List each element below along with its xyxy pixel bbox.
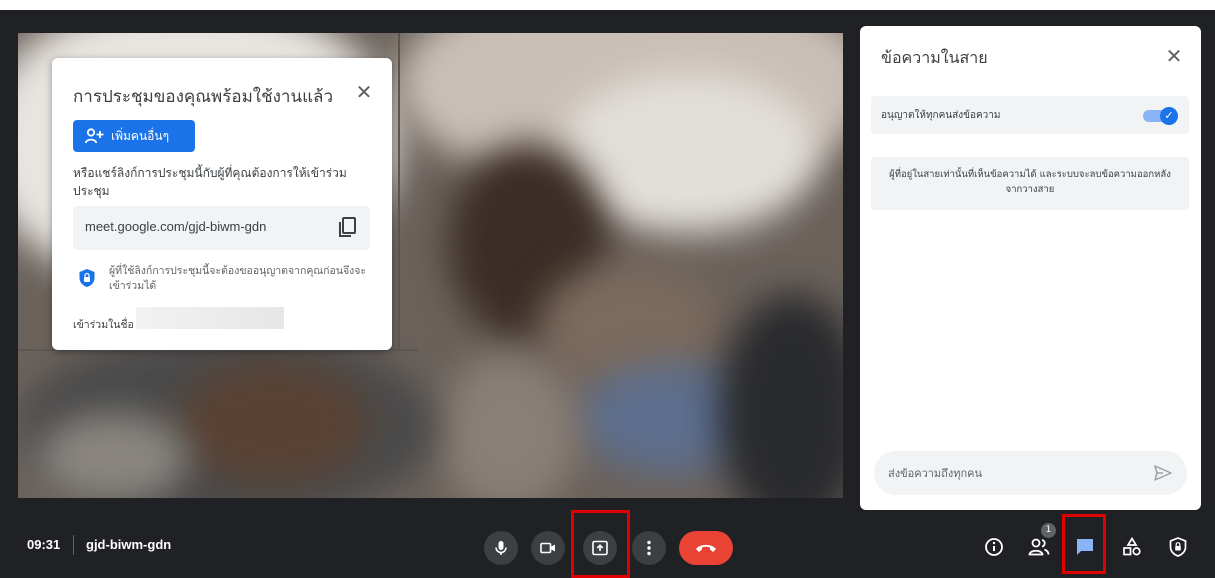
people-count-badge: 1 bbox=[1041, 523, 1056, 538]
mic-icon bbox=[495, 541, 507, 555]
close-icon[interactable]: ✕ bbox=[352, 80, 376, 104]
chat-panel: ข้อความในสาย ✕ อนุญาตให้ทุกคนส่งข้อความ … bbox=[860, 26, 1201, 510]
top-strip bbox=[0, 0, 1215, 10]
host-controls-button[interactable] bbox=[1164, 533, 1192, 561]
shield-icon bbox=[79, 269, 95, 287]
security-note-text: ผู้ที่ใช้ลิงก์การประชุมนี้จะต้องขออนุญาต… bbox=[109, 265, 367, 292]
end-call-button[interactable] bbox=[679, 531, 733, 565]
copy-icon[interactable] bbox=[336, 215, 360, 239]
chat-input-container bbox=[874, 451, 1187, 495]
meeting-details-button[interactable] bbox=[980, 533, 1008, 561]
chat-notice: ผู้ที่อยู่ในสายเท่านั้นที่เห็นข้อความได้… bbox=[871, 157, 1189, 210]
share-instructions: หรือแชร์ลิงก์การประชุมนี้กับผู้ที่คุณต้อ… bbox=[73, 166, 347, 198]
people-icon bbox=[1028, 538, 1050, 556]
allow-messages-row: อนุญาตให้ทุกคนส่งข้อความ ✓ bbox=[871, 96, 1189, 134]
joined-as-label: เข้าร่วมในชื่อ bbox=[73, 319, 134, 331]
chat-panel-title: ข้อความในสาย bbox=[881, 48, 988, 67]
meeting-code: gjd-biwm-gdn bbox=[86, 537, 172, 552]
info-icon bbox=[985, 538, 1003, 556]
more-options-button[interactable] bbox=[632, 531, 666, 565]
camera-icon bbox=[540, 542, 555, 554]
add-person-icon bbox=[85, 128, 104, 144]
allow-messages-toggle[interactable]: ✓ bbox=[1143, 107, 1178, 125]
meeting-link: meet.google.com/gjd-biwm-gdn bbox=[85, 219, 267, 234]
activities-button[interactable] bbox=[1118, 533, 1146, 561]
allow-messages-label: อนุญาตให้ทุกคนส่งข้อความ bbox=[881, 110, 1001, 121]
check-icon: ✓ bbox=[1160, 107, 1178, 125]
meeting-time: 09:31 bbox=[27, 537, 61, 552]
host-controls-icon bbox=[1169, 537, 1187, 557]
add-others-label: เพิ่มคนอื่นๆ bbox=[111, 128, 170, 143]
camera-button[interactable] bbox=[531, 531, 565, 565]
meeting-link-box: meet.google.com/gjd-biwm-gdn bbox=[73, 206, 370, 250]
activities-icon bbox=[1123, 537, 1141, 556]
add-others-button[interactable]: เพิ่มคนอื่นๆ bbox=[73, 120, 195, 152]
highlight-chat-button bbox=[1062, 514, 1106, 574]
meeting-ready-card: การประชุมของคุณพร้อมใช้งานแล้ว ✕ เพิ่มคน… bbox=[52, 58, 392, 350]
divider bbox=[73, 535, 74, 555]
end-call-icon bbox=[696, 544, 716, 552]
more-options-icon bbox=[647, 540, 651, 556]
highlight-present-button bbox=[571, 510, 630, 578]
card-title: การประชุมของคุณพร้อมใช้งานแล้ว bbox=[73, 87, 334, 106]
send-icon[interactable] bbox=[1153, 463, 1173, 483]
close-icon[interactable]: ✕ bbox=[1161, 43, 1187, 69]
chat-message-input[interactable] bbox=[888, 463, 1138, 483]
joined-as-name-redacted bbox=[136, 307, 284, 329]
mic-button[interactable] bbox=[484, 531, 518, 565]
